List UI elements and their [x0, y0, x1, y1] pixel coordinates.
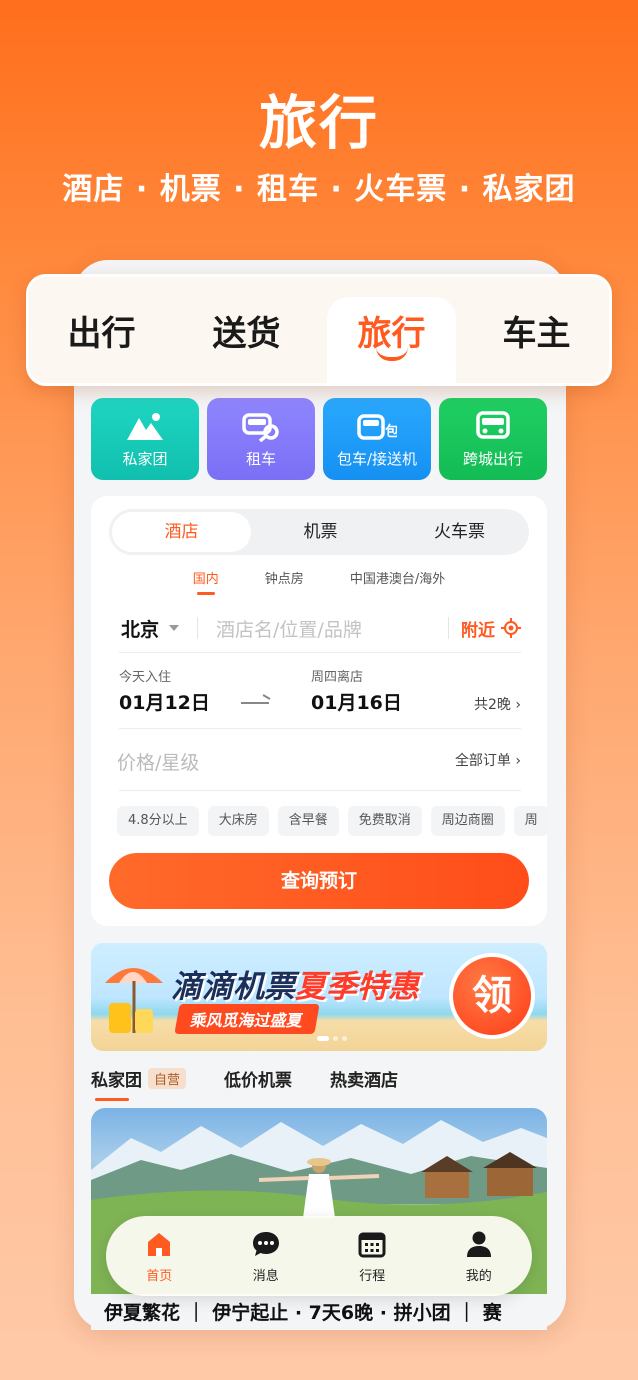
nav-messages[interactable]: 消息: [213, 1229, 320, 1284]
intercity-bus-icon: [476, 410, 510, 439]
filter-chip[interactable]: 周: [513, 806, 547, 836]
service-grid: 私家团 租车 包 包车/接送机 跨城出行: [91, 398, 547, 480]
nav-label: 消息: [252, 1268, 279, 1284]
service-label: 跨城出行: [462, 449, 523, 468]
segment-flight[interactable]: 机票: [251, 512, 390, 552]
all-orders-label: 全部订单: [454, 753, 511, 769]
carousel-dots: [317, 1036, 347, 1041]
tab-lvxing[interactable]: 旅行: [319, 277, 464, 385]
tour-caption[interactable]: 伊夏繁花 ｜ 伊宁起止 · 7天6晚 · 拼小团 ｜ 赛: [104, 1298, 502, 1325]
content-tab-hot-hotels[interactable]: 热卖酒店: [330, 1066, 398, 1091]
filter-chip[interactable]: 大床房: [207, 806, 269, 836]
hero-subtitle: 酒店 · 机票 · 租车 · 火车票 · 私家团: [62, 172, 576, 207]
nights-label: 共2晚: [474, 697, 511, 713]
carousel-dot: [333, 1036, 338, 1041]
nav-trips[interactable]: 行程: [319, 1229, 426, 1284]
nav-label: 行程: [359, 1268, 386, 1284]
subtab-overseas[interactable]: 中国港澳台/海外: [350, 568, 445, 587]
claim-coupon-button[interactable]: 领: [449, 953, 535, 1039]
banner-title-main: 滴滴机票: [171, 969, 295, 1005]
carousel-dot-active: [317, 1036, 329, 1041]
filter-chip[interactable]: 4.8分以上: [117, 806, 199, 836]
all-orders-link[interactable]: 全部订单 ›: [455, 750, 521, 770]
banner-title: 滴滴机票夏季特惠: [171, 961, 419, 1006]
divider: [448, 617, 449, 639]
bottom-nav: 首页 消息 行程 我的: [106, 1216, 532, 1296]
tab-chezhu[interactable]: 车主: [464, 277, 609, 383]
main-tab-bar: 出行 送货 旅行 车主: [26, 274, 612, 386]
service-label: 租车: [245, 449, 276, 468]
segment-hotel[interactable]: 酒店: [112, 512, 251, 552]
self-operated-badge: 自营: [148, 1068, 187, 1089]
hotel-search-row: 北京 酒店名/位置/品牌 附近: [121, 608, 521, 648]
tab-label: 送货: [212, 313, 281, 354]
profile-icon: [466, 1231, 491, 1257]
tab-label: 旅行: [357, 313, 426, 354]
nav-home[interactable]: 首页: [106, 1229, 213, 1284]
home-icon: [148, 1232, 171, 1256]
nights-count[interactable]: 共2晚 ›: [474, 694, 521, 714]
checkout-date[interactable]: 01月16日: [311, 688, 402, 715]
checkin-date[interactable]: 01月12日: [119, 688, 210, 715]
filter-chip[interactable]: 周边商圈: [430, 806, 505, 836]
city-selector[interactable]: 北京: [121, 615, 159, 642]
service-label: 私家团: [122, 449, 168, 468]
tab-songhuo[interactable]: 送货: [174, 277, 319, 383]
subtab-hourly[interactable]: 钟点房: [265, 568, 304, 587]
mountain-icon: [127, 412, 163, 440]
filter-chip[interactable]: 含早餐: [277, 806, 339, 836]
svg-text:包: 包: [385, 423, 397, 440]
tab-label: 车主: [502, 313, 571, 354]
segment-train[interactable]: 火车票: [390, 512, 529, 552]
promo-banner[interactable]: 滴滴机票夏季特惠 乘风觅海过盛夏 领: [91, 943, 547, 1051]
booking-type-segmented-control: 酒店 机票 火车票: [109, 509, 529, 555]
service-car-rental[interactable]: 租车: [207, 398, 315, 480]
beach-umbrella-icon: [105, 968, 163, 1033]
nav-label: 我的: [465, 1268, 492, 1284]
filter-chip[interactable]: 免费取消: [347, 806, 422, 836]
banner-title-highlight: 夏季特惠: [295, 969, 419, 1005]
car-key-icon: [242, 412, 279, 442]
divider: [119, 652, 521, 653]
nearby-label: 附近: [461, 620, 495, 641]
service-intercity[interactable]: 跨城出行: [439, 398, 547, 480]
price-star-filter[interactable]: 价格/星级: [117, 748, 199, 775]
quick-filter-chips: 4.8分以上 大床房 含早餐 免费取消 周边商圈 周: [117, 806, 547, 836]
nearby-button[interactable]: 附近: [461, 616, 521, 641]
charter-car-icon: 包: [357, 413, 397, 440]
subtab-domestic[interactable]: 国内: [193, 568, 219, 595]
search-booking-button[interactable]: 查询预订: [109, 853, 529, 909]
checkin-label: 今天入住: [119, 670, 172, 685]
chat-icon: [252, 1231, 279, 1256]
content-tabs: 私家团 自营 低价机票 热卖酒店: [91, 1066, 398, 1101]
calendar-icon: [358, 1232, 386, 1257]
caret-down-icon: [169, 625, 180, 631]
nav-label: 首页: [146, 1268, 173, 1284]
tab-label: 出行: [67, 313, 136, 354]
content-tab-cheap-flights[interactable]: 低价机票: [224, 1066, 292, 1091]
carousel-dot: [342, 1036, 347, 1041]
hotel-search-input[interactable]: 酒店名/位置/品牌: [216, 615, 448, 642]
divider: [119, 790, 521, 791]
divider: [119, 728, 521, 729]
banner-ribbon: 乘风觅海过盛夏: [174, 1004, 320, 1034]
tab-chuxing[interactable]: 出行: [29, 277, 174, 383]
content-tab-label: 私家团: [91, 1071, 142, 1091]
hotel-subtabs: 国内 钟点房 中国港澳台/海外: [91, 568, 547, 595]
content-tab-private-tour[interactable]: 私家团 自营: [91, 1066, 187, 1101]
checkout-label: 周四离店: [311, 670, 364, 685]
hotel-booking-card: 酒店 机票 火车票 国内 钟点房 中国港澳台/海外 北京 酒店名/位置/品牌 附…: [91, 496, 547, 926]
service-private-tour[interactable]: 私家团: [91, 398, 199, 480]
divider: [197, 617, 199, 639]
nav-profile[interactable]: 我的: [426, 1229, 533, 1284]
hero-title: 旅行: [258, 89, 379, 157]
date-range-arrow-icon: [241, 702, 269, 704]
service-charter[interactable]: 包 包车/接送机: [323, 398, 431, 480]
service-label: 包车/接送机: [336, 449, 418, 468]
locate-icon: [501, 618, 521, 638]
